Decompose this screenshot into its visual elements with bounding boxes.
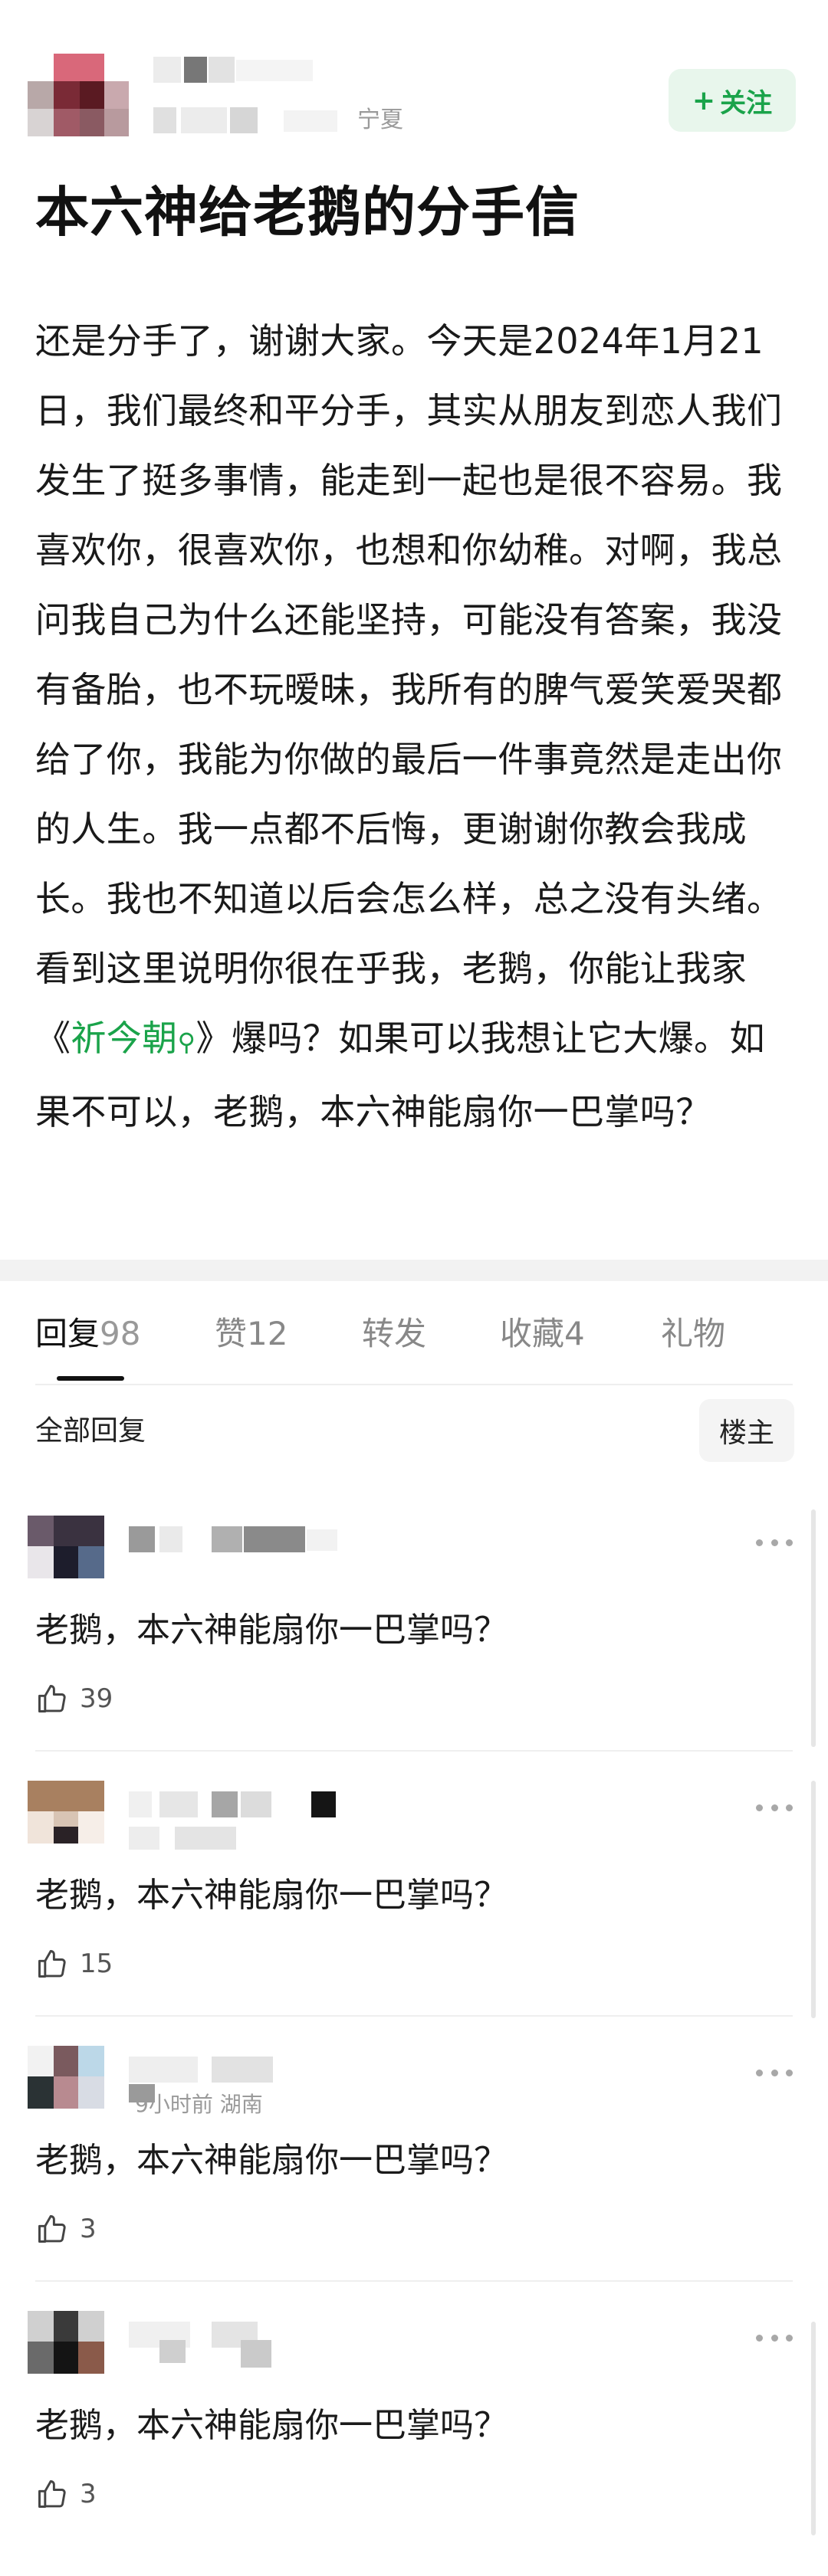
post-title: 本六神给老鹅的分手信 [35,181,580,244]
tab-gifts-label: 礼物 [661,1315,726,1352]
comment-text: 老鹅，本六神能扇你一巴掌吗？ [35,1876,508,1915]
like-button[interactable]: 15 [35,1945,113,1983]
tab-likes[interactable]: 赞12 [215,1315,288,1353]
author-name-blurred[interactable] [153,57,314,83]
thumbs-up-icon [38,1685,66,1712]
topic-link[interactable]: 祈今朝⚲ [71,1018,196,1059]
comment-text: 老鹅，本六神能扇你一巴掌吗？ [35,2141,508,2180]
tab-replies-count: 98 [100,1315,141,1352]
scrollbar[interactable] [811,2322,816,2535]
tab-reposts[interactable]: 转发 [362,1315,426,1353]
tab-favorites[interactable]: 收藏4 [500,1315,585,1353]
thumbs-up-icon [38,1950,66,1978]
commenter-avatar[interactable] [28,2046,104,2109]
follow-label: 关注 [720,87,773,119]
tab-favorites-count: 4 [564,1315,585,1352]
section-divider [0,1260,828,1281]
comment-text: 老鹅，本六神能扇你一巴掌吗？ [35,1611,508,1650]
thumbs-up-icon [38,2480,66,2508]
tabs-divider [35,1384,793,1385]
active-tab-indicator [57,1376,124,1381]
all-replies-label[interactable]: 全部回复 [35,1414,146,1448]
comment-meta-blurred [129,1827,297,1850]
comment-divider [35,2015,793,2017]
like-button[interactable]: 3 [35,2210,97,2248]
more-options-icon[interactable] [756,2067,793,2078]
more-options-icon[interactable] [756,1537,793,1548]
like-count: 3 [80,2479,97,2509]
post-body: 还是分手了，谢谢大家。今天是2024年1月21日，我们最终和平分手，其实从朋友到… [35,306,794,1147]
comment-divider [35,1750,793,1752]
post-meta-blurred [153,107,337,133]
tab-replies[interactable]: 回复98 [35,1315,140,1353]
commenter-avatar[interactable] [28,2311,104,2374]
comment-item: 老鹅，本六神能扇你一巴掌吗？ 15 [0,1781,828,2046]
comment-meta: 9小时前 湖南 [135,2092,263,2117]
commenter-name-blurred[interactable] [129,1526,359,1554]
commenter-name-blurred[interactable] [129,1791,359,1819]
like-button[interactable]: 3 [35,2475,97,2513]
post-location: 宁夏 [357,107,403,133]
scrollbar[interactable] [811,1509,816,1747]
like-count: 3 [80,2214,97,2244]
tab-replies-label: 回复 [35,1315,100,1352]
host-only-button[interactable]: 楼主 [699,1399,794,1462]
comment-divider [35,2280,793,2282]
comment-item: 9小时前 湖南 老鹅，本六神能扇你一巴掌吗？ 3 [0,2046,828,2311]
tab-likes-label: 赞 [215,1315,248,1352]
scrollbar[interactable] [811,1781,816,2018]
tab-likes-count: 12 [247,1315,288,1352]
plus-icon: + [692,84,716,116]
like-count: 39 [80,1683,113,1714]
more-options-icon[interactable] [756,2332,793,2343]
interaction-tabs: 回复98 赞12 转发 收藏4 礼物 [0,1281,828,1385]
tab-gifts[interactable]: 礼物 [661,1315,725,1353]
topic-link-text: 祈今朝 [71,1018,178,1059]
thumbs-up-icon [38,2215,66,2243]
tab-reposts-label: 转发 [362,1315,427,1352]
author-avatar[interactable] [28,54,129,136]
comment-text: 老鹅，本六神能扇你一巴掌吗？ [35,2406,508,2445]
commenter-name-blurred[interactable] [129,2057,359,2102]
more-options-icon[interactable] [756,1802,793,1813]
like-count: 15 [80,1948,113,1979]
commenter-avatar[interactable] [28,1516,104,1578]
comment-item: 老鹅，本六神能扇你一巴掌吗？ 39 [0,1516,828,1781]
search-icon: ⚲ [177,1027,196,1057]
commenter-name-blurred[interactable] [129,2322,359,2368]
comment-item: 老鹅，本六神能扇你一巴掌吗？ 3 [0,2311,828,2576]
like-button[interactable]: 39 [35,1680,113,1718]
post-body-text: 还是分手了，谢谢大家。今天是2024年1月21日，我们最终和平分手，其实从朋友到… [35,320,783,1059]
tab-favorites-label: 收藏 [500,1315,565,1352]
commenter-avatar[interactable] [28,1781,104,1844]
post-header: 宁夏 + 关注 [0,0,828,153]
follow-button[interactable]: + 关注 [669,69,796,132]
